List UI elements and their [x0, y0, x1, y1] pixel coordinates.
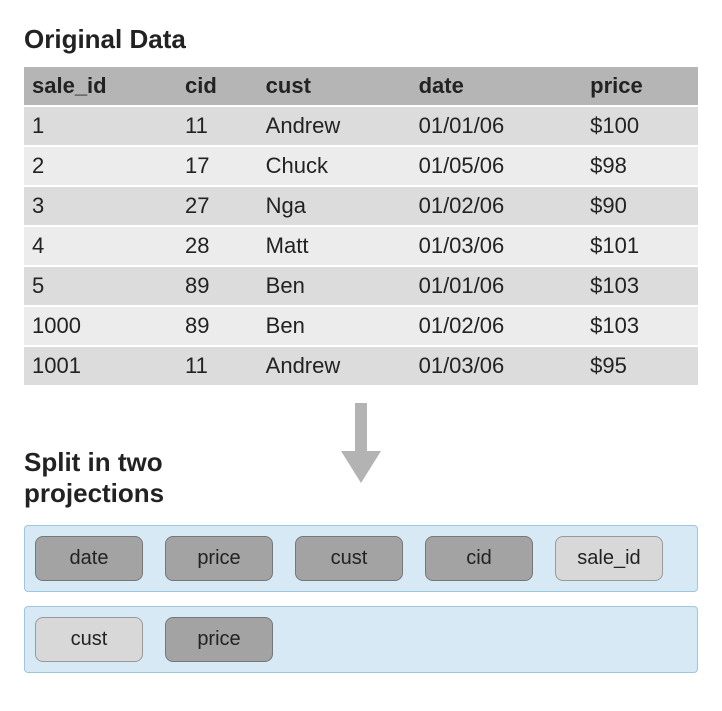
arrow-down-icon [341, 403, 381, 483]
table-cell: $98 [582, 146, 698, 186]
table-cell: 01/03/06 [411, 346, 583, 386]
table-cell: 89 [177, 266, 258, 306]
col-cid: cid [177, 67, 258, 106]
table-cell: 1001 [24, 346, 177, 386]
col-date: date [411, 67, 583, 106]
table-cell: 1000 [24, 306, 177, 346]
projection-box: date price custcid sale_id [24, 525, 698, 592]
split-projections-title: Split in two projections [24, 447, 284, 509]
table-cell: Andrew [258, 106, 411, 146]
table-cell: Andrew [258, 346, 411, 386]
projection-box: cust price [24, 606, 698, 673]
table-cell: $103 [582, 266, 698, 306]
table-row: 428Matt01/03/06$101 [24, 226, 698, 266]
col-cust: cust [258, 67, 411, 106]
table-cell: Nga [258, 186, 411, 226]
table-cell: 17 [177, 146, 258, 186]
original-data-title: Original Data [24, 24, 698, 55]
table-row: 217Chuck01/05/06$98 [24, 146, 698, 186]
table-cell: 01/01/06 [411, 106, 583, 146]
projection-column-pill: cust [35, 617, 143, 662]
table-cell: 01/01/06 [411, 266, 583, 306]
table-cell: 01/03/06 [411, 226, 583, 266]
table-cell: 11 [177, 106, 258, 146]
projection-column-pill: price [165, 617, 273, 662]
original-data-table: sale_id cid cust date price 111Andrew01/… [24, 67, 698, 387]
table-row: 100111Andrew01/03/06$95 [24, 346, 698, 386]
table-cell: $90 [582, 186, 698, 226]
table-row: 589Ben01/01/06$103 [24, 266, 698, 306]
table-cell: $101 [582, 226, 698, 266]
projection-column-pill: sale_id [555, 536, 663, 581]
table-cell: $100 [582, 106, 698, 146]
table-cell: 1 [24, 106, 177, 146]
projection-column-pill: date [35, 536, 143, 581]
projection-column-pill: cid [425, 536, 533, 581]
table-cell: Ben [258, 266, 411, 306]
table-cell: 89 [177, 306, 258, 346]
table-cell: 01/05/06 [411, 146, 583, 186]
table-cell: $103 [582, 306, 698, 346]
table-cell: 4 [24, 226, 177, 266]
table-cell: 2 [24, 146, 177, 186]
col-sale_id: sale_id [24, 67, 177, 106]
table-cell: 11 [177, 346, 258, 386]
table-cell: 27 [177, 186, 258, 226]
table-cell: 01/02/06 [411, 186, 583, 226]
projection-column-pill: price [165, 536, 273, 581]
table-cell: 3 [24, 186, 177, 226]
table-cell: 5 [24, 266, 177, 306]
table-cell: Chuck [258, 146, 411, 186]
table-cell: $95 [582, 346, 698, 386]
table-row: 100089Ben01/02/06$103 [24, 306, 698, 346]
table-cell: Matt [258, 226, 411, 266]
table-row: 327Nga01/02/06$90 [24, 186, 698, 226]
table-cell: 01/02/06 [411, 306, 583, 346]
table-cell: Ben [258, 306, 411, 346]
table-row: 111Andrew01/01/06$100 [24, 106, 698, 146]
projection-column-pill: cust [295, 536, 403, 581]
col-price: price [582, 67, 698, 106]
table-cell: 28 [177, 226, 258, 266]
